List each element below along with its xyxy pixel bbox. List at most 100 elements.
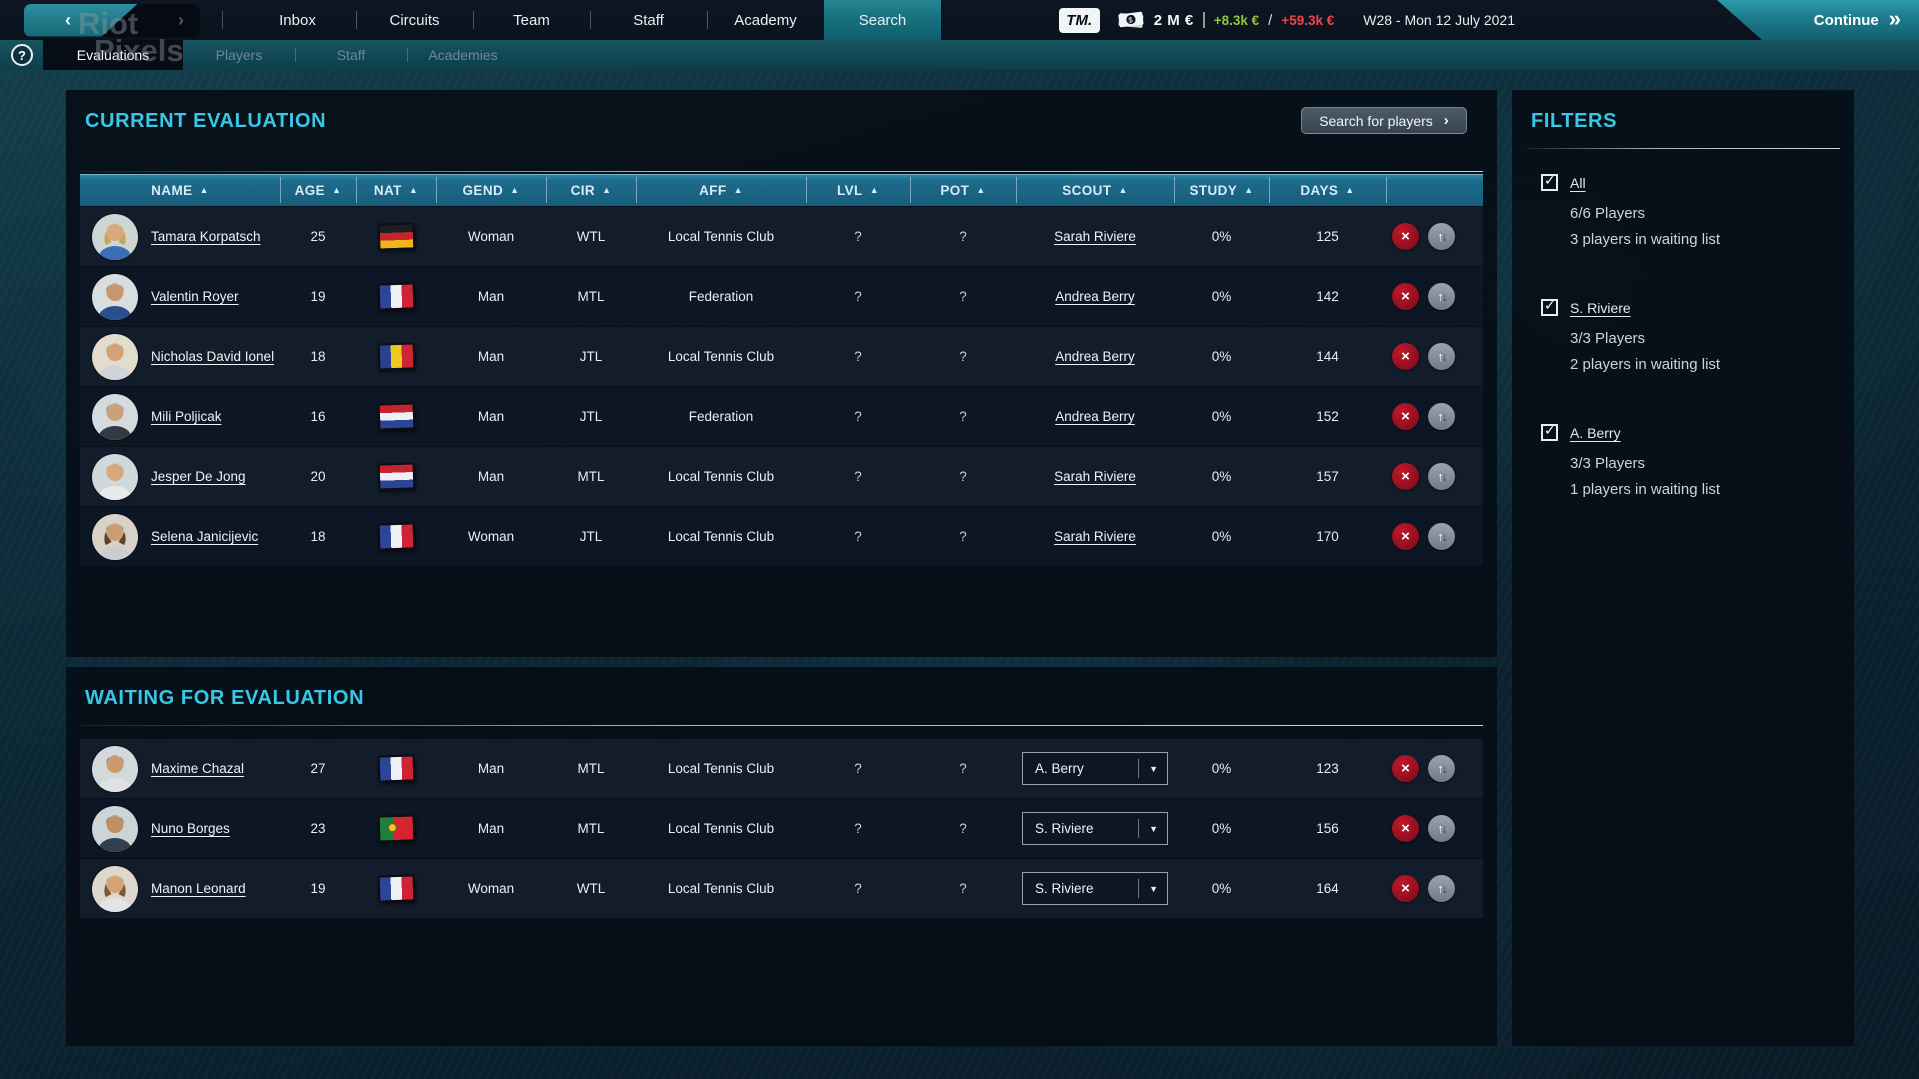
column-header-actions bbox=[1386, 174, 1483, 206]
study-cell: 0% bbox=[1174, 289, 1269, 304]
circuit-cell: WTL bbox=[546, 229, 636, 244]
top-tab-staff[interactable]: Staff bbox=[590, 0, 707, 40]
player-name-link[interactable]: Selena Janicijevic bbox=[151, 529, 258, 544]
top-tab-inbox[interactable]: Inbox bbox=[239, 0, 356, 40]
flag-icon-nl bbox=[377, 462, 415, 490]
top-tab-team[interactable]: Team bbox=[473, 0, 590, 40]
move-player-button[interactable]: ↑↓ bbox=[1428, 755, 1455, 782]
player-name-cell: Jesper De Jong bbox=[80, 454, 280, 500]
scout-cell: Sarah Riviere bbox=[1016, 469, 1174, 484]
days-cell: 142 bbox=[1269, 289, 1386, 304]
column-header-days[interactable]: DAYS▲ bbox=[1269, 174, 1386, 206]
player-row: Tamara Korpatsch25WomanWTLLocal Tennis C… bbox=[80, 207, 1483, 266]
player-name-link[interactable]: Nuno Borges bbox=[151, 821, 230, 836]
remove-player-button[interactable]: × bbox=[1392, 875, 1419, 902]
top-tab-search[interactable]: Search bbox=[824, 0, 941, 40]
scout-dropdown[interactable]: S. Riviere▼ bbox=[1022, 872, 1168, 905]
top-tab-academy[interactable]: Academy bbox=[707, 0, 824, 40]
scout-dropdown[interactable]: A. Berry▼ bbox=[1022, 752, 1168, 785]
sub-tab-academies[interactable]: Academies bbox=[407, 40, 519, 70]
scout-link[interactable]: Sarah Riviere bbox=[1054, 469, 1136, 484]
remove-player-button[interactable]: × bbox=[1392, 283, 1419, 310]
scout-link[interactable]: Sarah Riviere bbox=[1054, 529, 1136, 544]
filter-label[interactable]: A. Berry bbox=[1570, 425, 1621, 441]
nationality-cell bbox=[356, 223, 436, 250]
player-name-link[interactable]: Tamara Korpatsch bbox=[151, 229, 261, 244]
player-name-link[interactable]: Nicholas David Ionel bbox=[151, 349, 274, 364]
top-tab-circuits[interactable]: Circuits bbox=[356, 0, 473, 40]
player-name-cell: Maxime Chazal bbox=[80, 746, 280, 792]
column-header-name[interactable]: NAME▲ bbox=[80, 174, 280, 206]
move-player-button[interactable]: ↑↓ bbox=[1428, 283, 1455, 310]
checkbox[interactable]: ✓ bbox=[1541, 174, 1558, 191]
filter-group: ✓A. Berry3/3 Players1 players in waiting… bbox=[1541, 424, 1838, 503]
column-header-study[interactable]: STUDY▲ bbox=[1174, 174, 1269, 206]
player-row: Valentin Royer19ManMTLFederation??Andrea… bbox=[80, 267, 1483, 326]
scout-link[interactable]: Andrea Berry bbox=[1055, 289, 1135, 304]
player-name-link[interactable]: Jesper De Jong bbox=[151, 469, 246, 484]
column-header-aff[interactable]: AFF▲ bbox=[636, 174, 806, 206]
actions-cell: × ↑↓ bbox=[1386, 755, 1483, 782]
remove-player-button[interactable]: × bbox=[1392, 755, 1419, 782]
search-for-players-button[interactable]: Search for players › bbox=[1301, 107, 1467, 134]
scout-link[interactable]: Sarah Riviere bbox=[1054, 229, 1136, 244]
scout-link[interactable]: Andrea Berry bbox=[1055, 409, 1135, 424]
remove-player-button[interactable]: × bbox=[1392, 815, 1419, 842]
age-cell: 23 bbox=[280, 821, 356, 836]
days-cell: 152 bbox=[1269, 409, 1386, 424]
column-header-gend[interactable]: GEND▲ bbox=[436, 174, 546, 206]
column-header-pot[interactable]: POT▲ bbox=[910, 174, 1016, 206]
move-player-button[interactable]: ↑↓ bbox=[1428, 875, 1455, 902]
column-label: NAT bbox=[374, 183, 402, 198]
player-name-link[interactable]: Maxime Chazal bbox=[151, 761, 244, 776]
age-cell: 16 bbox=[280, 409, 356, 424]
column-header-lvl[interactable]: LVL▲ bbox=[806, 174, 910, 206]
potential-cell: ? bbox=[910, 349, 1016, 364]
remove-player-button[interactable]: × bbox=[1392, 403, 1419, 430]
checkbox[interactable]: ✓ bbox=[1541, 424, 1558, 441]
move-player-button[interactable]: ↑↓ bbox=[1428, 523, 1455, 550]
close-icon: × bbox=[1401, 228, 1410, 245]
move-player-button[interactable]: ↑↓ bbox=[1428, 403, 1455, 430]
sub-tab-evaluations[interactable]: Evaluations bbox=[43, 40, 183, 70]
help-button[interactable]: ? bbox=[11, 44, 33, 66]
back-button[interactable]: ‹ bbox=[24, 4, 138, 37]
sub-tab-staff[interactable]: Staff bbox=[295, 40, 407, 70]
check-icon: ✓ bbox=[1544, 172, 1556, 189]
weekly-gain: +8.3k € bbox=[1214, 13, 1259, 28]
filter-waiting-count: 1 players in waiting list bbox=[1570, 477, 1838, 503]
nationality-cell bbox=[356, 463, 436, 490]
forward-button[interactable]: › bbox=[178, 10, 184, 31]
filter-waiting-count: 2 players in waiting list bbox=[1570, 352, 1838, 378]
player-name-link[interactable]: Mili Poljicak bbox=[151, 409, 222, 424]
scout-dropdown[interactable]: S. Riviere▼ bbox=[1022, 812, 1168, 845]
remove-player-button[interactable]: × bbox=[1392, 343, 1419, 370]
checkbox[interactable]: ✓ bbox=[1541, 299, 1558, 316]
sort-asc-icon: ▲ bbox=[870, 185, 879, 195]
column-header-nat[interactable]: NAT▲ bbox=[356, 174, 436, 206]
move-player-button[interactable]: ↑↓ bbox=[1428, 343, 1455, 370]
sub-tab-players[interactable]: Players bbox=[183, 40, 295, 70]
remove-player-button[interactable]: × bbox=[1392, 463, 1419, 490]
move-player-button[interactable]: ↑↓ bbox=[1428, 815, 1455, 842]
move-player-button[interactable]: ↑↓ bbox=[1428, 223, 1455, 250]
column-header-scout[interactable]: SCOUT▲ bbox=[1016, 174, 1174, 206]
filter-label[interactable]: All bbox=[1570, 175, 1586, 191]
scout-link[interactable]: Andrea Berry bbox=[1055, 349, 1135, 364]
column-header-age[interactable]: AGE▲ bbox=[280, 174, 356, 206]
actions-cell: × ↑↓ bbox=[1386, 223, 1483, 250]
check-icon: ✓ bbox=[1544, 422, 1556, 439]
column-label: GEND bbox=[463, 183, 504, 198]
remove-player-button[interactable]: × bbox=[1392, 523, 1419, 550]
column-label: AGE bbox=[295, 183, 325, 198]
player-name-link[interactable]: Valentin Royer bbox=[151, 289, 239, 304]
move-player-button[interactable]: ↑↓ bbox=[1428, 463, 1455, 490]
remove-player-button[interactable]: × bbox=[1392, 223, 1419, 250]
player-name-link[interactable]: Manon Leonard bbox=[151, 881, 246, 896]
filter-label[interactable]: S. Riviere bbox=[1570, 300, 1631, 316]
column-header-cir[interactable]: CIR▲ bbox=[546, 174, 636, 206]
filter-players-count: 3/3 Players bbox=[1570, 326, 1838, 352]
player-name-cell: Valentin Royer bbox=[80, 274, 280, 320]
level-cell: ? bbox=[806, 349, 910, 364]
continue-button[interactable]: Continue » bbox=[1717, 0, 1919, 40]
